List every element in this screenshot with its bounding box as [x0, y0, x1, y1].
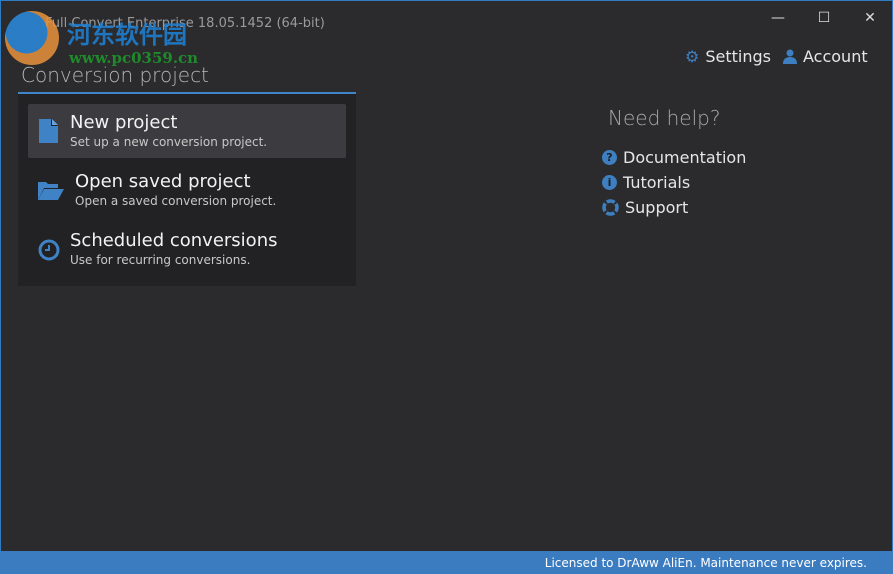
item-title: Scheduled conversions: [70, 230, 278, 251]
question-icon: ?: [602, 150, 617, 165]
settings-button[interactable]: ⚙ Settings: [685, 47, 771, 66]
scheduled-conversions-item[interactable]: Scheduled conversions Use for recurring …: [28, 222, 346, 276]
user-icon: [783, 49, 797, 64]
item-title: New project: [70, 112, 178, 133]
item-subtitle: Open a saved conversion project.: [75, 194, 277, 208]
item-subtitle: Set up a new conversion project.: [70, 135, 268, 149]
folder-open-icon: [38, 182, 64, 200]
status-bar: Licensed to DrAww AliEn. Maintenance nev…: [0, 551, 893, 574]
gear-icon: ⚙: [685, 47, 700, 66]
tutorials-link[interactable]: i Tutorials: [602, 173, 690, 192]
open-saved-project-item[interactable]: Open saved project Open a saved conversi…: [28, 163, 346, 217]
lifebuoy-icon: [602, 199, 619, 216]
section-title: Conversion project: [21, 63, 209, 87]
info-icon: i: [602, 175, 617, 190]
close-button[interactable]: ✕: [847, 7, 893, 29]
item-title: Open saved project: [75, 171, 251, 192]
link-label: Tutorials: [623, 173, 691, 192]
documentation-link[interactable]: ? Documentation: [602, 148, 746, 167]
new-project-item[interactable]: New project Set up a new conversion proj…: [28, 104, 346, 158]
project-panel: New project Set up a new conversion proj…: [18, 94, 356, 286]
clock-icon: [38, 239, 60, 261]
support-link[interactable]: Support: [602, 198, 688, 217]
account-label: Account: [803, 47, 868, 66]
minimize-button[interactable]: —: [755, 7, 801, 29]
maximize-button[interactable]: ☐: [801, 7, 847, 29]
link-label: Documentation: [623, 148, 747, 167]
app-window: Full Convert Enterprise 18.05.1452 (64-b…: [0, 0, 893, 574]
window-title: Full Convert Enterprise 18.05.1452 (64-b…: [45, 16, 325, 31]
settings-label: Settings: [705, 47, 771, 66]
file-icon: [39, 119, 58, 143]
account-button[interactable]: Account: [783, 47, 868, 66]
help-title: Need help?: [608, 106, 721, 130]
link-label: Support: [625, 198, 689, 217]
item-subtitle: Use for recurring conversions.: [70, 253, 251, 267]
